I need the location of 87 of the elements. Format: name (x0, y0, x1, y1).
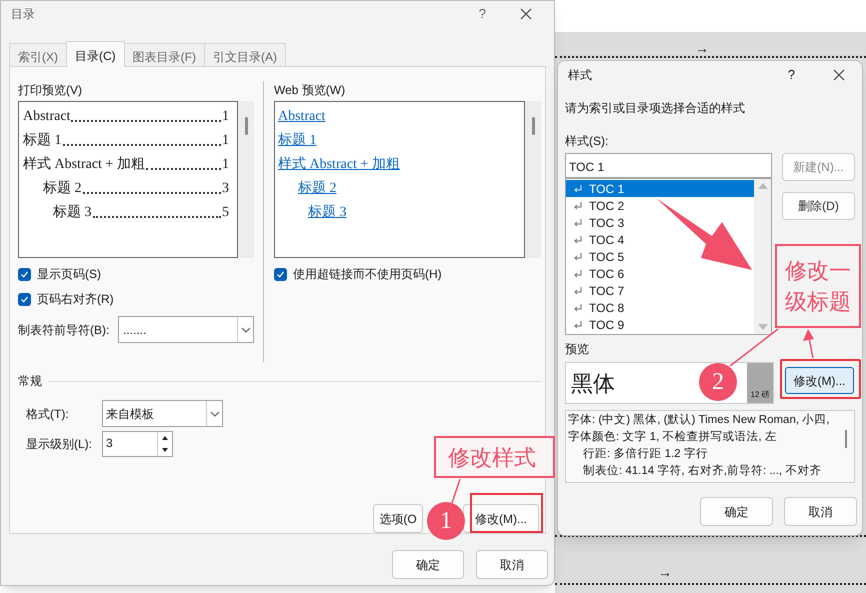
level-spinner[interactable]: 3 (102, 431, 173, 457)
page-number: 1 (222, 132, 229, 150)
field-label: 制表符前导符(B): (18, 322, 110, 338)
window-title: 目录 (11, 6, 35, 23)
section-label: 打印预览(V) (18, 82, 83, 99)
style-list-item[interactable]: TOC 2 (566, 197, 628, 214)
style-list[interactable]: TOC 1 TOC 2 TOC 3 TOC 4 TOC 5 TOC 6 TOC 7 TOC 8 TOC 9 (565, 178, 772, 335)
style-name-field[interactable]: TOC 1 (565, 153, 772, 178)
checkbox-label: 显示页码(S) (37, 266, 101, 283)
toc-entry: 标题 1 (23, 132, 62, 150)
help-button[interactable]: ? (788, 65, 795, 85)
tab[interactable]: 索引(X) (9, 43, 67, 67)
description-text: 制表位: 41.14 字符, 右对齐,前导符: ..., 不对齐 (582, 463, 822, 479)
pointer-arrow (803, 329, 814, 358)
return-arrow-icon (573, 304, 583, 312)
page-number: 1 (222, 156, 229, 174)
toc-entry: 样式 Abstract + 加粗 (23, 156, 145, 174)
page-number: 3 (222, 180, 229, 198)
window-title: 样式 (568, 67, 592, 84)
return-arrow-icon (573, 270, 583, 278)
ok-button[interactable]: 确定 (700, 497, 773, 526)
scrollbar[interactable] (238, 101, 254, 258)
options-button[interactable]: 选项(O (373, 504, 423, 533)
style-list-item[interactable]: TOC 5 (566, 248, 628, 265)
instruction-text: 请为索引或目录项选择合适的样式 (565, 100, 746, 117)
tab-arrow: → (695, 39, 709, 58)
style-list-item[interactable]: TOC 6 (566, 265, 628, 282)
return-arrow-icon (573, 286, 583, 294)
style-list-item[interactable]: TOC 3 (566, 214, 628, 231)
toc-link[interactable]: 样式 Abstract + 加粗 (278, 156, 400, 174)
page-number: 1 (222, 108, 229, 126)
leader-line (730, 328, 778, 367)
close-icon[interactable] (833, 69, 845, 81)
scrollbar[interactable] (525, 101, 541, 258)
checkbox[interactable] (274, 268, 287, 280)
toc-link[interactable]: 标题 3 (308, 204, 346, 222)
section-label: 预览 (565, 341, 589, 358)
tab-arrow: → (658, 563, 672, 582)
checkbox-label: 页码右对齐(R) (37, 291, 114, 308)
page-number: 5 (222, 204, 229, 222)
field-label: 显示级别(L): (26, 436, 93, 453)
section-label: Web 预览(W) (274, 82, 346, 99)
modify-button[interactable]: 修改(M)... (785, 367, 854, 394)
toc-link[interactable]: 标题 2 (298, 180, 336, 198)
checkbox-label: 使用超链接而不使用页码(H) (293, 266, 442, 283)
callout-box: 修改一级标题 (775, 244, 861, 328)
checkbox[interactable] (18, 268, 31, 280)
style-list-item[interactable]: TOC 7 (566, 282, 628, 299)
callout-box: 修改样式 (434, 436, 555, 478)
checkbox[interactable] (18, 292, 31, 306)
return-arrow-icon (573, 236, 583, 244)
leader-line (451, 478, 461, 504)
check-icon (20, 270, 29, 278)
return-arrow-icon (573, 320, 583, 328)
toc-link[interactable]: 标题 1 (278, 132, 316, 150)
delete-button[interactable]: 删除(D) (782, 192, 855, 220)
style-list-item[interactable]: TOC 9 (566, 316, 628, 333)
return-arrow-icon (573, 184, 583, 192)
return-arrow-icon (573, 202, 583, 210)
description-text: 行距: 多倍行距 1.2 字行 (582, 446, 709, 462)
style-list-item[interactable]: TOC 8 (566, 299, 628, 316)
format-dropdown[interactable]: 来自模板 (102, 400, 223, 427)
chevron-down-icon (240, 326, 250, 332)
toc-link[interactable]: Abstract (278, 108, 326, 126)
field-label: 格式(T): (26, 406, 70, 422)
check-icon (276, 270, 285, 278)
modify-button[interactable]: 修改(M)... (463, 504, 539, 533)
group-label: 常规 (18, 373, 42, 390)
cancel-button[interactable]: 取消 (476, 550, 548, 579)
help-button[interactable]: ? (478, 4, 486, 24)
leader-dropdown[interactable]: ....... (118, 316, 254, 343)
tab[interactable]: 引文目录(A) (204, 43, 286, 67)
chevron-down-icon (210, 410, 220, 416)
field-label: 样式(S): (565, 133, 610, 150)
style-list-item[interactable]: TOC 4 (566, 231, 628, 248)
cancel-button[interactable]: 取消 (784, 497, 857, 526)
close-icon[interactable] (520, 8, 532, 20)
toc-entry: 标题 3 (53, 204, 92, 222)
toc-entry: Abstract (23, 108, 70, 126)
toc-entry: 标题 2 (43, 180, 82, 198)
ok-button[interactable]: 确定 (392, 550, 464, 579)
check-icon (20, 294, 29, 304)
tab[interactable]: 目录(C) (66, 41, 125, 67)
style-list-item[interactable]: TOC 1 (566, 180, 754, 197)
description-text: 字体: (中文) 黑体, (默认) Times New Roman, 小四, 字体颜色: 文字 1, 不检查拼写或语法, 左 (568, 412, 830, 445)
return-arrow-icon (573, 218, 583, 226)
return-arrow-icon (573, 252, 583, 260)
